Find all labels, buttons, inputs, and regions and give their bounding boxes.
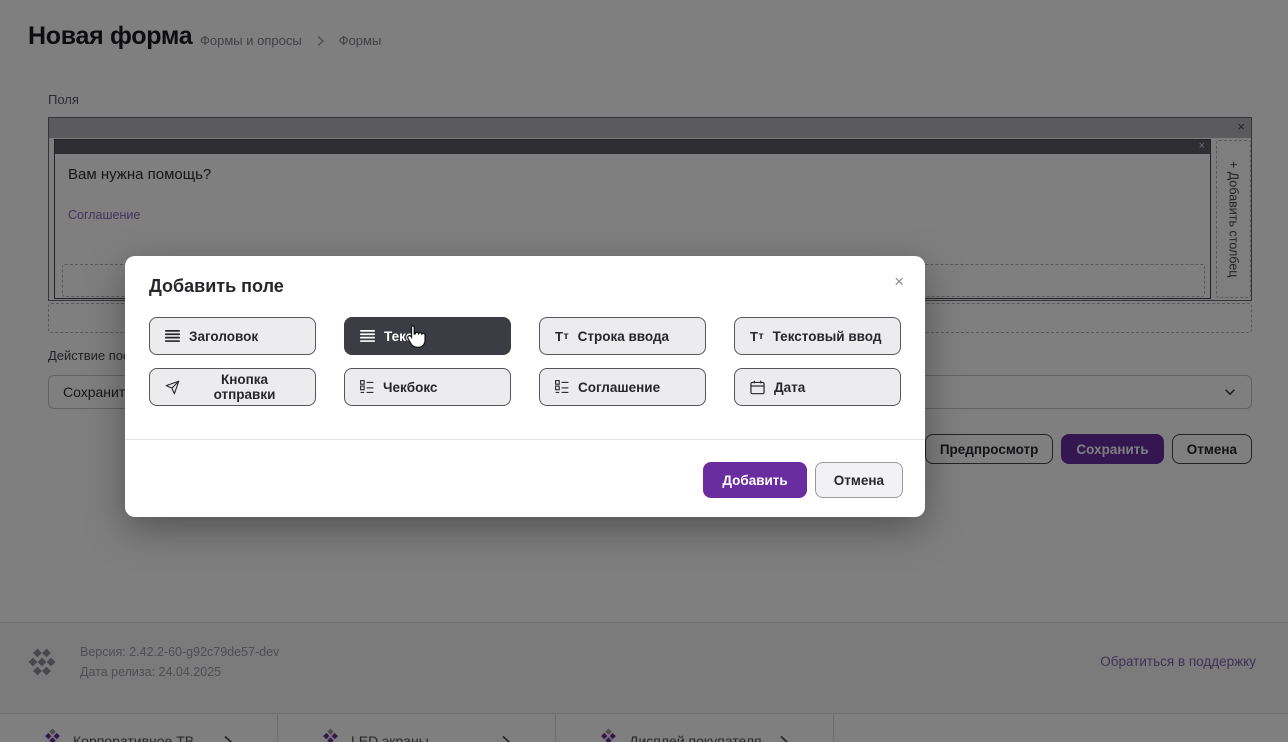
field-type-label: Текст [384, 329, 420, 344]
modal-actions: Добавить Отмена [703, 462, 903, 498]
field-type-button[interactable]: Кнопка отправки [149, 368, 316, 406]
screen: Новая форма Формы и опросы Формы Поля × … [0, 0, 1288, 742]
text-input-icon: Tт [750, 330, 764, 343]
field-type-button[interactable]: Tт Строка ввода [539, 317, 706, 355]
field-type-button[interactable]: Дата [734, 368, 901, 406]
checklist-icon [555, 380, 569, 394]
field-type-grid: Заголовок Текст Tт Строка ввода Tт Текстовый … [149, 317, 901, 406]
field-type-label: Заголовок [189, 329, 258, 344]
modal-title: Добавить поле [149, 276, 284, 297]
paper-plane-icon [165, 380, 180, 395]
field-type-label: Кнопка отправки [189, 372, 300, 402]
calendar-icon [750, 380, 765, 395]
field-type-label: Строка ввода [578, 329, 669, 344]
field-type-label: Дата [774, 380, 805, 395]
field-type-label: Соглашение [578, 380, 660, 395]
field-type-button[interactable]: Текст [344, 317, 511, 355]
field-type-button[interactable]: Чекбокс [344, 368, 511, 406]
modal-cancel-button[interactable]: Отмена [815, 462, 903, 498]
field-type-button[interactable]: Tт Текстовый ввод [734, 317, 901, 355]
modal-divider [125, 439, 925, 440]
field-type-label: Текстовый ввод [773, 329, 882, 344]
paragraph-lines-icon [165, 330, 180, 342]
modal-add-button[interactable]: Добавить [703, 462, 806, 498]
paragraph-lines-icon [360, 330, 375, 342]
text-input-icon: Tт [555, 330, 569, 343]
field-type-button[interactable]: Соглашение [539, 368, 706, 406]
checklist-icon [360, 380, 374, 394]
add-field-modal: Добавить поле × Заголовок Текст Tт Строка в… [125, 256, 925, 517]
field-type-button[interactable]: Заголовок [149, 317, 316, 355]
field-type-label: Чекбокс [383, 380, 437, 395]
modal-close-icon[interactable]: × [894, 273, 904, 290]
